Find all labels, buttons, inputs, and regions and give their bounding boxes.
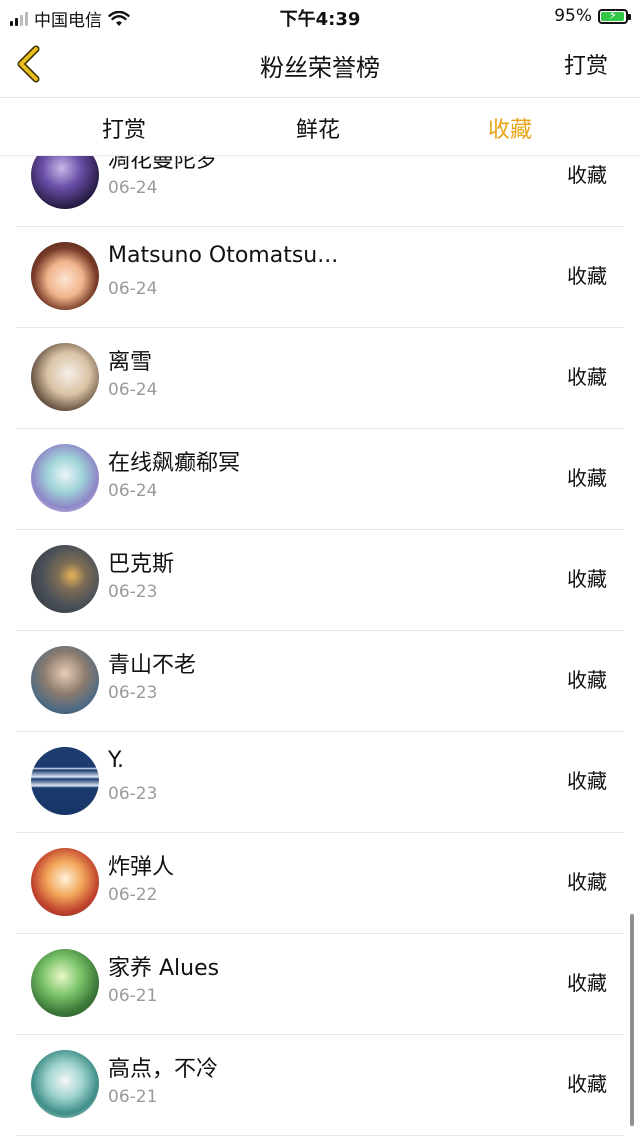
list-item[interactable]: Matsuno Otomatsu... 06-24 收藏: [0, 227, 640, 328]
tab-favorites[interactable]: 收藏: [488, 112, 532, 144]
date-label: 06-23: [108, 784, 158, 804]
list-item[interactable]: 高点，不冷 06-21 收藏: [0, 1035, 640, 1136]
list-item[interactable]: 青山不老 06-23 收藏: [0, 631, 640, 732]
list-item[interactable]: 凋花曼陀罗 06-24 收藏: [0, 156, 640, 227]
date-label: 06-24: [108, 178, 158, 198]
action-label: 收藏: [567, 163, 607, 187]
date-label: 06-24: [108, 279, 158, 299]
user-name: 巴克斯: [108, 552, 175, 577]
date-label: 06-23: [108, 683, 158, 703]
avatar[interactable]: [31, 343, 99, 411]
user-name: Matsuno Otomatsu...: [108, 243, 339, 268]
scrollbar[interactable]: [630, 914, 634, 1126]
action-label: 收藏: [567, 466, 607, 490]
divider: [16, 1135, 624, 1136]
clock: 下午4:39: [279, 9, 361, 30]
user-name: 在线飙癫郗冥: [108, 451, 241, 476]
user-name: Y.: [108, 748, 124, 773]
list-item[interactable]: 炸弹人 06-22 收藏: [0, 833, 640, 934]
action-label: 收藏: [567, 971, 607, 995]
date-label: 06-23: [108, 582, 158, 602]
avatar[interactable]: [31, 242, 99, 310]
user-name: 凋花曼陀罗: [108, 156, 219, 173]
avatar[interactable]: [31, 156, 99, 209]
user-name: 青山不老: [108, 653, 197, 678]
avatar[interactable]: [31, 848, 99, 916]
list-item[interactable]: 离雪 06-24 收藏: [0, 328, 640, 429]
action-label: 收藏: [567, 769, 607, 793]
user-name: 高点，不冷: [108, 1057, 219, 1082]
status-right: 95% ⚡: [554, 6, 631, 26]
avatar[interactable]: [31, 545, 99, 613]
action-label: 收藏: [567, 668, 607, 692]
action-label: 收藏: [567, 264, 607, 288]
action-label: 收藏: [567, 567, 607, 591]
user-name: 炸弹人: [108, 855, 175, 880]
action-label: 收藏: [567, 365, 607, 389]
action-label: 收藏: [567, 870, 607, 894]
list-item[interactable]: 在线飙癫郗冥 06-24 收藏: [0, 429, 640, 530]
list-item[interactable]: Y. 06-23 收藏: [0, 732, 640, 833]
date-label: 06-24: [108, 380, 158, 400]
user-name: 家养 Alues: [108, 956, 220, 981]
list-item[interactable]: 家养 Alues 06-21 收藏: [0, 934, 640, 1035]
date-label: 06-22: [108, 885, 158, 905]
avatar[interactable]: [31, 1050, 99, 1118]
date-label: 06-24: [108, 481, 158, 501]
date-label: 06-21: [108, 1087, 158, 1107]
navigation-bar: 粉丝荣誉榜 打赏: [0, 34, 640, 98]
avatar[interactable]: [31, 444, 99, 512]
action-label: 收藏: [567, 1072, 607, 1096]
list-item[interactable]: 巴克斯 06-23 收藏: [0, 530, 640, 631]
tab-reward[interactable]: 打赏: [102, 112, 146, 144]
charging-bolt-icon: ⚡: [608, 7, 618, 22]
date-label: 06-21: [108, 986, 158, 1006]
battery-icon: ⚡: [598, 7, 631, 24]
tab-flowers[interactable]: 鲜花: [296, 112, 340, 144]
fan-list[interactable]: 凋花曼陀罗 06-24 收藏 Matsuno Otomatsu... 06-24 收藏 离雪…: [0, 156, 640, 1138]
avatar[interactable]: [31, 747, 99, 815]
user-name: 离雪: [108, 350, 153, 375]
avatar[interactable]: [31, 949, 99, 1017]
battery-percent: 95%: [554, 6, 592, 26]
tab-bar: 打赏 鲜花 收藏: [0, 98, 640, 156]
page-title: 粉丝荣誉榜: [260, 54, 380, 82]
status-bar: 中国电信 下午4:39 95% ⚡: [0, 0, 640, 34]
avatar[interactable]: [31, 646, 99, 714]
reward-button[interactable]: 打赏: [564, 48, 608, 80]
